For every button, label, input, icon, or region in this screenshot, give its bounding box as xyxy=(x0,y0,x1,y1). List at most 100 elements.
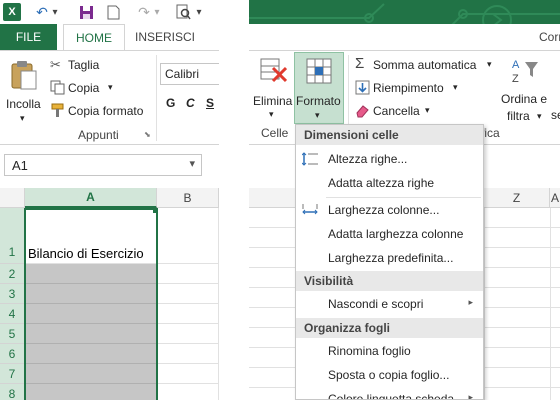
row-header-7[interactable]: 7 xyxy=(0,364,25,384)
new-file-icon[interactable] xyxy=(104,2,122,22)
menu-item-autofit-column-label: Adatta larghezza colonne xyxy=(328,227,464,241)
column-width-icon xyxy=(301,202,319,218)
row-header-3[interactable]: 3 xyxy=(0,284,25,304)
font-name-value: Calibri xyxy=(165,67,200,81)
cell-b4[interactable] xyxy=(157,304,219,324)
format-painter-label: Copia formato xyxy=(68,104,144,118)
underline-button[interactable]: S xyxy=(206,96,214,110)
name-box[interactable]: A1 ▾ xyxy=(4,154,202,176)
find-select-partial-label[interactable]: se xyxy=(551,108,560,122)
save-icon[interactable] xyxy=(77,2,95,22)
account-label[interactable]: Corr xyxy=(539,30,560,44)
cell-b6[interactable] xyxy=(157,344,219,364)
autosum-button[interactable]: Σ Somma automatica ▾ xyxy=(353,55,495,75)
clipboard-group-label: Appunti xyxy=(78,128,119,142)
cell-a3[interactable] xyxy=(25,284,157,304)
dialog-launcher-icon[interactable]: ⬊ xyxy=(144,130,151,139)
row-header-6[interactable]: 6 xyxy=(0,344,25,364)
sort-filter-button[interactable]: AZ Ordina e filtra ▾ xyxy=(499,54,551,126)
cell-a8[interactable] xyxy=(25,384,157,400)
qat-more-icon[interactable]: ▾ xyxy=(194,2,204,22)
menu-item-rename-sheet[interactable]: Rinomina foglio xyxy=(296,339,483,363)
copy-icon xyxy=(50,80,65,98)
cell-a5[interactable] xyxy=(25,324,157,344)
cell-a2[interactable] xyxy=(25,264,157,284)
cell-b5[interactable] xyxy=(157,324,219,344)
excel-left-pane: X ↶ ▾ ↷ ▾ ▾ FILE HOME INSERISCI Incolla … xyxy=(0,0,219,400)
cell-b7[interactable] xyxy=(157,364,219,384)
excel-logo-icon: X xyxy=(3,3,21,21)
cell-a4[interactable] xyxy=(25,304,157,324)
tab-insert[interactable]: INSERISCI xyxy=(133,24,197,50)
column-header-a[interactable]: A xyxy=(25,188,157,208)
menu-item-row-height[interactable]: Altezza righe... xyxy=(296,147,483,171)
undo-icon[interactable]: ↶ xyxy=(34,2,50,22)
redo-dropdown-icon[interactable]: ▾ xyxy=(152,2,162,22)
redo-icon[interactable]: ↷ xyxy=(136,2,152,22)
format-painter-button[interactable]: Copia formato xyxy=(48,101,158,121)
menu-item-move-copy-sheet[interactable]: Sposta o copia foglio... xyxy=(296,363,483,387)
cell-b3[interactable] xyxy=(157,284,219,304)
cut-label: Taglia xyxy=(68,58,100,72)
undo-dropdown-icon[interactable]: ▾ xyxy=(50,2,60,22)
paste-button[interactable]: Incolla ▾ xyxy=(6,57,42,131)
menu-item-tab-color-label: Colore linguetta scheda xyxy=(328,392,455,400)
fill-button[interactable]: Riempimento ▾ xyxy=(353,78,463,98)
tab-home[interactable]: HOME xyxy=(63,24,125,51)
copy-label: Copia xyxy=(68,81,100,95)
select-all-corner[interactable] xyxy=(0,188,25,208)
fill-handle[interactable] xyxy=(153,208,158,213)
row-header-5[interactable]: 5 xyxy=(0,324,25,344)
clear-button[interactable]: Cancella ▾ xyxy=(353,101,453,121)
cells-group-label: Celle xyxy=(261,126,289,140)
row-header-2[interactable]: 2 xyxy=(0,264,25,284)
font-name-box[interactable]: Calibri xyxy=(160,63,219,85)
clear-label: Cancella xyxy=(373,104,420,118)
menu-item-column-width-label: Larghezza colonne... xyxy=(328,203,440,217)
paste-label: Incolla xyxy=(6,97,41,111)
delete-cells-button[interactable]: Elimina ▾ xyxy=(251,52,293,124)
menu-item-autofit-row[interactable]: Adatta altezza righe xyxy=(296,171,483,195)
cell-a7[interactable] xyxy=(25,364,157,384)
cell-b2[interactable] xyxy=(157,264,219,284)
paste-dropdown-icon: ▾ xyxy=(20,113,25,123)
column-header-b[interactable]: B xyxy=(157,188,219,208)
menu-item-rename-sheet-label: Rinomina foglio xyxy=(328,344,411,358)
svg-text:A: A xyxy=(512,59,520,71)
clear-dropdown-icon: ▾ xyxy=(425,105,430,115)
autosum-label: Somma automatica xyxy=(373,58,477,72)
row-header-8[interactable]: 8 xyxy=(0,384,25,400)
ribbon-tabs-right: Corr xyxy=(249,24,560,50)
menu-section-visibility: Visibilità xyxy=(296,271,483,291)
print-preview-icon[interactable] xyxy=(174,2,192,22)
tab-file[interactable]: FILE xyxy=(0,24,57,50)
cell-a6[interactable] xyxy=(25,344,157,364)
name-box-dropdown-icon[interactable]: ▾ xyxy=(189,157,195,170)
bold-button[interactable]: G xyxy=(166,96,175,110)
menu-item-default-width[interactable]: Larghezza predefinita... xyxy=(296,246,483,270)
worksheet-grid-left[interactable]: A B 1 Bilancio di Esercizio 2 3 4 5 6 7 … xyxy=(0,188,219,400)
cell-a1[interactable]: Bilancio di Esercizio xyxy=(25,208,157,264)
cell-b1[interactable] xyxy=(157,208,219,264)
row-header-4[interactable]: 4 xyxy=(0,304,25,324)
name-box-value: A1 xyxy=(12,158,28,173)
cut-button[interactable]: ✂ Taglia xyxy=(48,55,148,75)
cell-b8[interactable] xyxy=(157,384,219,400)
menu-item-move-copy-sheet-label: Sposta o copia foglio... xyxy=(328,368,450,382)
paintbrush-icon xyxy=(50,103,65,121)
menu-item-column-width[interactable]: Larghezza colonne... xyxy=(296,198,483,222)
delete-dropdown-icon: ▾ xyxy=(269,109,274,119)
italic-button[interactable]: C xyxy=(186,96,195,110)
sigma-icon: Σ xyxy=(355,55,365,72)
copy-button[interactable]: Copia ▾ xyxy=(48,78,148,98)
format-cells-button[interactable]: Formato ▾ xyxy=(294,52,344,124)
menu-item-tab-color[interactable]: Colore linguetta scheda ▸ xyxy=(296,387,483,400)
row-header-1[interactable]: 1 xyxy=(0,208,25,264)
filter-label: filtra xyxy=(507,109,530,123)
group-divider xyxy=(156,55,157,141)
menu-item-autofit-column[interactable]: Adatta larghezza colonne xyxy=(296,222,483,246)
ribbon-home-left: Incolla ▾ ✂ Taglia Copia ▾ Copia formato… xyxy=(0,50,219,145)
menu-item-hide-unhide[interactable]: Nascondi e scopri ▸ xyxy=(296,292,483,316)
menu-item-autofit-row-label: Adatta altezza righe xyxy=(328,176,435,190)
format-dropdown-icon: ▾ xyxy=(315,110,320,120)
